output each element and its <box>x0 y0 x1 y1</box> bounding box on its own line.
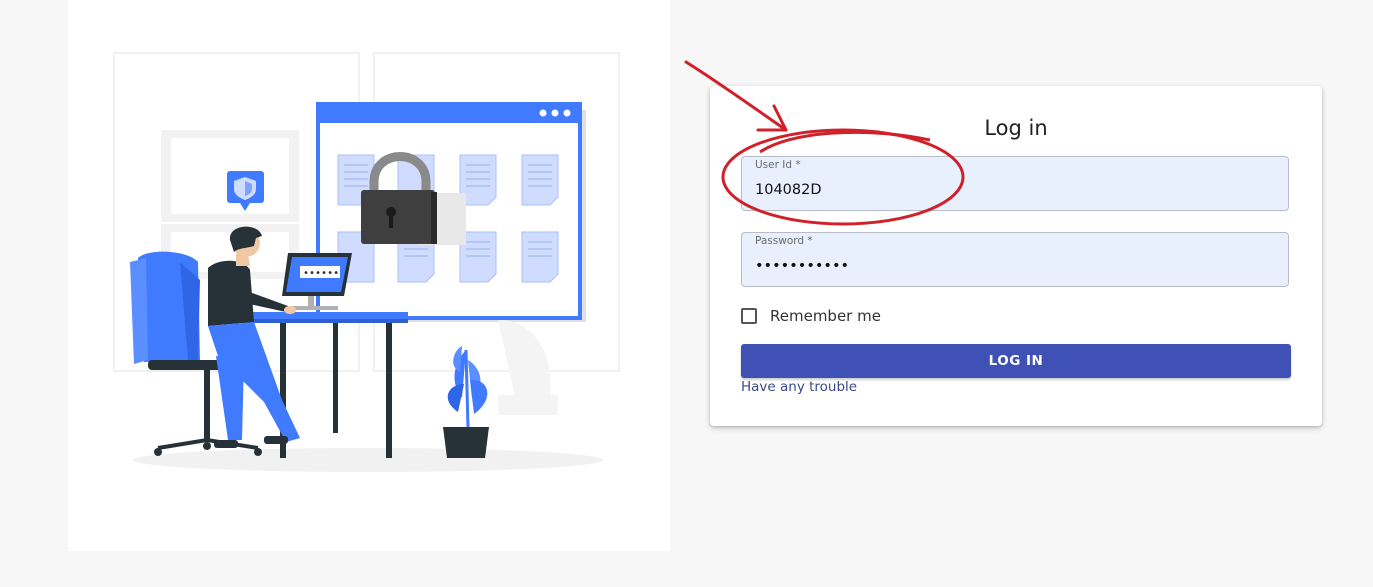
laptop-password-dots: •••••• <box>303 268 339 279</box>
remember-me-label[interactable]: Remember me <box>770 307 881 325</box>
login-button[interactable]: LOG IN <box>741 344 1291 378</box>
remember-me-checkbox[interactable] <box>741 308 757 324</box>
security-illustration: •••••• <box>113 52 620 472</box>
trouble-link[interactable]: Have any trouble <box>741 379 857 395</box>
login-title: Log in <box>984 116 1048 140</box>
password-label: Password * <box>755 235 813 247</box>
illustration-panel: •••••• <box>68 0 670 551</box>
plant <box>443 346 489 458</box>
password-input[interactable] <box>742 251 1288 281</box>
login-card: Log in User Id * Password * Remember me … <box>710 86 1322 426</box>
remember-me-row[interactable]: Remember me <box>741 306 881 326</box>
user-id-input[interactable] <box>742 175 1288 205</box>
user-id-label: User Id * <box>755 159 801 171</box>
user-id-field[interactable]: User Id * <box>741 156 1289 211</box>
password-field[interactable]: Password * <box>741 232 1289 287</box>
